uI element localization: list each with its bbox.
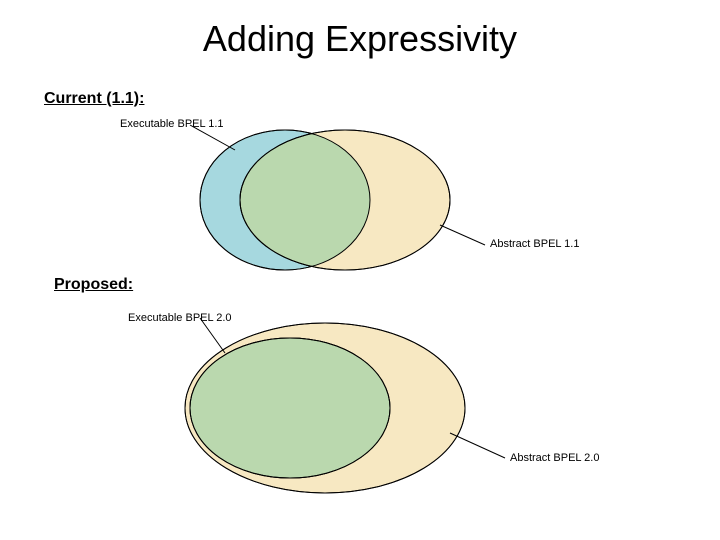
connector-abstract-11 [440,225,485,245]
ellipse-overlap-20 [190,338,390,478]
label-abstract-20: Abstract BPEL 2.0 [510,452,599,464]
connector-abstract-20 [450,433,505,458]
section-heading-proposed: Proposed: [54,276,133,294]
section-heading-current: Current (1.1): [44,90,144,108]
connector-executable-20 [200,318,225,353]
page-title: Adding Expressivity [0,18,720,60]
connector-executable-11 [190,125,235,150]
label-abstract-11: Abstract BPEL 1.1 [490,238,579,250]
venn-current [180,120,470,280]
venn-proposed [170,318,490,498]
